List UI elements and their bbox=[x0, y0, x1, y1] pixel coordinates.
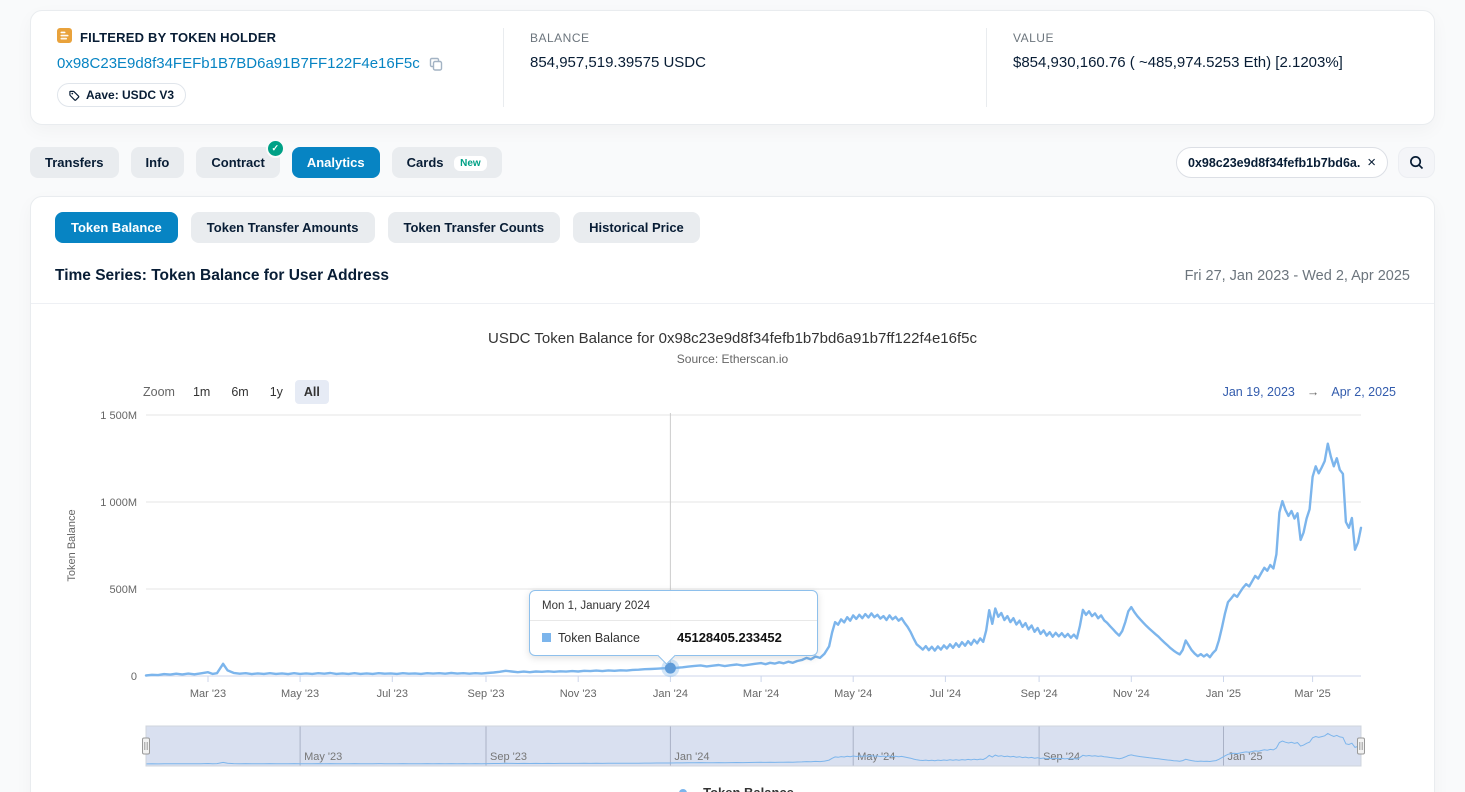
tab-transfers[interactable]: Transfers bbox=[30, 147, 119, 178]
tooltip-value: 45128405.233452 bbox=[677, 630, 782, 645]
chart-title: USDC Token Balance for 0x98c23e9d8f34fef… bbox=[31, 330, 1434, 347]
subtab-token-balance[interactable]: Token Balance bbox=[55, 212, 178, 243]
subtab-token-transfer-counts[interactable]: Token Transfer Counts bbox=[388, 212, 561, 243]
copy-icon[interactable] bbox=[429, 57, 443, 71]
search-icon bbox=[1409, 155, 1424, 170]
svg-text:500M: 500M bbox=[109, 584, 137, 596]
tab-cards[interactable]: Cards New bbox=[392, 147, 502, 178]
svg-text:Jul '24: Jul '24 bbox=[930, 688, 961, 700]
clear-search-icon[interactable]: × bbox=[1361, 155, 1376, 170]
tab-contract[interactable]: Contract ✓ bbox=[196, 147, 279, 178]
tooltip-series-name: Token Balance bbox=[558, 631, 640, 645]
svg-text:Jan '25: Jan '25 bbox=[1206, 688, 1241, 700]
zoom-1m-button[interactable]: 1m bbox=[184, 380, 219, 404]
subtab-token-transfer-amounts[interactable]: Token Transfer Amounts bbox=[191, 212, 375, 243]
token-file-icon bbox=[57, 28, 72, 46]
balance-value: 854,957,519.39575 USDC bbox=[530, 54, 960, 71]
balance-label: BALANCE bbox=[530, 31, 960, 45]
date-range-text: Fri 27, Jan 2023 - Wed 2, Apr 2025 bbox=[1185, 268, 1410, 284]
legend[interactable]: Token Balance bbox=[31, 785, 1434, 792]
zoom-label: Zoom bbox=[143, 385, 175, 399]
svg-text:Token Balance: Token Balance bbox=[66, 509, 78, 581]
subtab-historical-price[interactable]: Historical Price bbox=[573, 212, 700, 243]
svg-text:Nov '24: Nov '24 bbox=[1113, 688, 1150, 700]
zoom-1y-button[interactable]: 1y bbox=[261, 380, 292, 404]
svg-text:Sep '23: Sep '23 bbox=[490, 751, 527, 763]
analytics-card: Token Balance Token Transfer Amounts Tok… bbox=[30, 196, 1435, 792]
subtabs-row: Token Balance Token Transfer Amounts Tok… bbox=[31, 212, 1434, 243]
zoom-6m-button[interactable]: 6m bbox=[222, 380, 257, 404]
holder-address-link[interactable]: 0x98C23E9d8f34FEFb1B7BD6a91B7FF122F4e16F… bbox=[57, 55, 420, 72]
section-heading-row: Time Series: Token Balance for User Addr… bbox=[31, 267, 1434, 304]
svg-text:1 000M: 1 000M bbox=[100, 497, 137, 509]
chart-block: USDC Token Balance for 0x98c23e9d8f34fef… bbox=[31, 330, 1434, 792]
svg-text:Jan '25: Jan '25 bbox=[1228, 751, 1263, 763]
search-button[interactable] bbox=[1398, 147, 1435, 178]
new-badge: New bbox=[454, 156, 487, 171]
svg-text:Mar '25: Mar '25 bbox=[1294, 688, 1330, 700]
svg-text:May '24: May '24 bbox=[857, 751, 895, 763]
svg-text:Jan '24: Jan '24 bbox=[674, 751, 709, 763]
series-color-swatch bbox=[542, 633, 551, 642]
svg-text:Mar '24: Mar '24 bbox=[743, 688, 779, 700]
page-title: Time Series: Token Balance for User Addr… bbox=[55, 267, 389, 285]
legend-label: Token Balance bbox=[703, 785, 794, 792]
name-tag-label: Aave: USDC V3 bbox=[86, 88, 174, 102]
svg-text:1 500M: 1 500M bbox=[100, 410, 137, 422]
svg-text:Sep '24: Sep '24 bbox=[1021, 688, 1058, 700]
svg-text:May '23: May '23 bbox=[281, 688, 319, 700]
chart-subtitle: Source: Etherscan.io bbox=[31, 352, 1434, 366]
value-column: VALUE $854,930,160.76 ( ~485,974.5253 Et… bbox=[986, 28, 1434, 107]
zoom-all-button[interactable]: All bbox=[295, 380, 329, 404]
legend-marker-icon bbox=[671, 788, 695, 792]
tab-info[interactable]: Info bbox=[131, 147, 185, 178]
range-to-input[interactable]: Apr 2, 2025 bbox=[1331, 385, 1396, 399]
chart-controls-row: Zoom 1m 6m 1y All Jan 19, 2023 → Apr 2, … bbox=[143, 380, 1396, 404]
svg-text:Mar '23: Mar '23 bbox=[190, 688, 226, 700]
tooltip-date: Mon 1, January 2024 bbox=[542, 600, 805, 612]
filter-label: FILTERED BY TOKEN HOLDER bbox=[80, 30, 276, 45]
chart-area[interactable]: 0 500M 1 000M 1 500M Token Balance Mar '23 May… bbox=[31, 410, 1434, 775]
search-value: 0x98c23e9d8f34fefb1b7bd6a... bbox=[1188, 156, 1361, 170]
balance-column: BALANCE 854,957,519.39575 USDC bbox=[503, 28, 986, 107]
range-from-input[interactable]: Jan 19, 2023 bbox=[1223, 385, 1295, 399]
svg-text:Jan '24: Jan '24 bbox=[653, 688, 688, 700]
search-input[interactable]: 0x98c23e9d8f34fefb1b7bd6a... × bbox=[1176, 147, 1388, 178]
name-tag[interactable]: Aave: USDC V3 bbox=[57, 83, 186, 107]
verified-check-icon: ✓ bbox=[266, 139, 285, 158]
range-arrow-icon: → bbox=[1307, 385, 1320, 399]
value-value: $854,930,160.76 ( ~485,974.5253 Eth) [2.… bbox=[1013, 54, 1408, 71]
filter-column: FILTERED BY TOKEN HOLDER 0x98C23E9d8f34F… bbox=[31, 28, 503, 107]
page: FILTERED BY TOKEN HOLDER 0x98C23E9d8f34F… bbox=[0, 0, 1465, 792]
svg-text:Sep '24: Sep '24 bbox=[1043, 751, 1080, 763]
svg-text:Sep '23: Sep '23 bbox=[468, 688, 505, 700]
chart-tooltip: Mon 1, January 2024 Token Balance 451284… bbox=[529, 590, 818, 656]
svg-text:May '23: May '23 bbox=[304, 751, 342, 763]
svg-text:May '24: May '24 bbox=[834, 688, 872, 700]
svg-text:0: 0 bbox=[131, 671, 137, 683]
tabs-row: Transfers Info Contract ✓ Analytics Card… bbox=[30, 147, 1435, 178]
svg-text:Nov '23: Nov '23 bbox=[560, 688, 597, 700]
token-holder-summary-card: FILTERED BY TOKEN HOLDER 0x98C23E9d8f34F… bbox=[30, 10, 1435, 125]
tab-analytics[interactable]: Analytics bbox=[292, 147, 380, 178]
tag-icon bbox=[69, 90, 80, 101]
svg-text:Jul '23: Jul '23 bbox=[377, 688, 408, 700]
value-label: VALUE bbox=[1013, 31, 1408, 45]
